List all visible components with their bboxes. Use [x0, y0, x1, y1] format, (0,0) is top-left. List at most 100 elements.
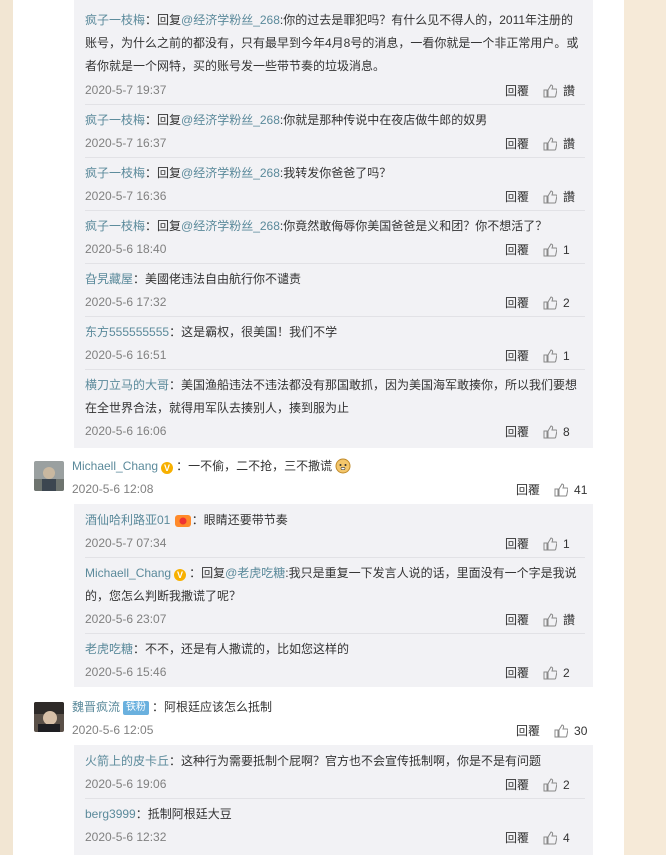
reply-button[interactable]: 回覆 — [505, 82, 529, 99]
timestamp: 2020-5-6 16:51 — [85, 348, 167, 362]
like-count: 2 — [563, 777, 570, 792]
list-item: 酒仙哈利路亚01 ：眼睛还要带节奏 — [85, 509, 585, 532]
mention-link[interactable]: @老虎吃糖 — [225, 566, 285, 580]
list-item: 疯子一枝梅：回复@经济学粉丝_268:你的过去是罪犯吗？有什么见不得人的，201… — [85, 9, 585, 78]
reply-button[interactable]: 回覆 — [505, 829, 529, 846]
like-count: 4 — [563, 830, 570, 845]
mention-link[interactable]: @经济学粉丝_268 — [181, 166, 280, 180]
reply-text: :我只是重复一下发言人说的话，里面没有一个字是我说 — [285, 566, 577, 580]
timestamp: 2020-5-6 16:06 — [85, 424, 167, 438]
reply-author[interactable]: 疯子一枝梅 — [85, 13, 145, 27]
thumbs-up-icon[interactable] — [554, 482, 569, 497]
reply-button[interactable]: 回覆 — [516, 481, 540, 498]
divider — [85, 369, 585, 370]
reply-text: ：美国渔船违法不违法都没有那国敢抓，因为美国海军敢揍你，所以我们要想 — [169, 378, 578, 392]
reply-button[interactable]: 回覆 — [505, 776, 529, 793]
like-count: 1 — [563, 536, 570, 551]
thumbs-up-icon[interactable] — [543, 424, 558, 439]
like-count: 讚 — [563, 613, 576, 627]
thumbs-up-icon[interactable] — [543, 536, 558, 551]
reply-button[interactable]: 回覆 — [505, 241, 529, 258]
reply-button[interactable]: 回覆 — [505, 423, 529, 440]
mention-link[interactable]: @经济学粉丝_268 — [181, 113, 280, 127]
comment-body: Michaell_Chang V ：一不偷，二不抢，三不撒谎 — [72, 455, 592, 478]
reply-author[interactable]: 疯子一枝梅 — [85, 166, 145, 180]
reply-button[interactable]: 回覆 — [505, 188, 529, 205]
reply-button[interactable]: 回覆 — [516, 722, 540, 739]
comment-author[interactable]: Michaell_Chang — [72, 459, 158, 473]
reply-text: ：不不，还是有人撒谎的，比如您这样的 — [133, 642, 350, 656]
reply-button[interactable]: 回覆 — [505, 611, 529, 628]
reply-text: ：抵制阿根廷大豆 — [135, 807, 232, 821]
reply-text: ：美國佬违法自由航行你不谴责 — [133, 272, 302, 286]
divider — [85, 557, 585, 558]
thumbs-up-icon[interactable] — [543, 295, 558, 310]
timestamp: 2020-5-7 16:37 — [85, 136, 167, 150]
thumbs-up-icon[interactable] — [543, 189, 558, 204]
reply-text: ：眼睛还要带节奏 — [191, 513, 288, 527]
list-item: 疯子一枝梅：回复@经济学粉丝_268:我转发你爸爸了吗？ — [85, 162, 585, 185]
divider — [85, 798, 585, 799]
reply-author[interactable]: 老虎吃糖 — [85, 642, 133, 656]
timestamp: 2020-5-7 16:36 — [85, 189, 167, 203]
reply-button[interactable]: 回覆 — [505, 135, 529, 152]
thumbs-up-icon[interactable] — [543, 136, 558, 151]
reply-author[interactable]: 酒仙哈利路亚01 — [85, 513, 170, 527]
like-count: 8 — [563, 424, 570, 439]
reply-text: 者你就是一个网特，买的账号发一些带节奏的垃圾消息。 — [85, 59, 386, 73]
reply-author[interactable]: Michaell_Chang — [85, 566, 171, 580]
reply-button[interactable]: 回覆 — [505, 664, 529, 681]
comment-text: ：阿根廷应该怎么抵制 — [152, 700, 273, 714]
like-count: 1 — [563, 348, 570, 363]
like-count: 讚 — [563, 137, 576, 151]
reply-author[interactable]: 旮旯藏屋 — [85, 272, 133, 286]
thumbs-up-icon[interactable] — [543, 83, 558, 98]
reply-text: 在全世界合法，就得用军队去揍别人，揍到服为止 — [85, 401, 350, 415]
thumbs-up-icon[interactable] — [543, 830, 558, 845]
timestamp: 2020-5-6 12:05 — [72, 723, 154, 737]
reply-author[interactable]: 火箭上的皮卡丘 — [85, 754, 169, 768]
like-count: 1 — [563, 242, 570, 257]
thumbs-up-icon[interactable] — [543, 665, 558, 680]
reply-prefix: ：回复 — [145, 219, 182, 233]
mention-link[interactable]: @经济学粉丝_268 — [181, 13, 280, 27]
reply-author[interactable]: 横刀立马的大哥 — [85, 378, 169, 392]
list-item: Michaell_Chang V ：回复@老虎吃糖:我只是重复一下发言人说的话，里面… — [85, 562, 585, 608]
list-item: 火箭上的皮卡丘：这种行为需要抵制个屁啊？官方也不会宣传抵制啊，你是不是有问题 — [85, 750, 585, 773]
thumbs-up-icon[interactable] — [543, 348, 558, 363]
timestamp: 2020-5-7 19:37 — [85, 83, 167, 97]
thumbs-up-icon[interactable] — [543, 777, 558, 792]
reply-button[interactable]: 回覆 — [505, 535, 529, 552]
divider — [85, 157, 585, 158]
like-count: 2 — [563, 665, 570, 680]
like-count: 2 — [563, 295, 570, 310]
list-item: 东方555555555：这是霸权，很美国！我们不学 — [85, 321, 585, 344]
thumbs-up-icon[interactable] — [543, 242, 558, 257]
verified-badge-icon: V — [161, 462, 174, 474]
avatar[interactable] — [34, 461, 64, 491]
avatar[interactable] — [34, 702, 64, 732]
reply-prefix: ：回复 — [145, 113, 182, 127]
reply-text: :你竟然敢侮辱你美国爸爸是义和团？你不想活了？ — [279, 219, 548, 233]
list-item: 旮旯藏屋：美國佬违法自由航行你不谴责 — [85, 268, 585, 291]
comment-author[interactable]: 魏晋疯流 — [72, 700, 120, 714]
reply-author[interactable]: 东方555555555 — [85, 325, 169, 339]
reply-prefix: ：回复 — [145, 166, 182, 180]
reply-text: :你的过去是罪犯吗？有什么见不得人的，2011年注册的 — [279, 13, 574, 27]
reply-prefix: ：回复 — [189, 566, 226, 580]
thumbs-up-icon[interactable] — [543, 612, 558, 627]
reply-author[interactable]: 疯子一枝梅 — [85, 219, 145, 233]
reply-button[interactable]: 回覆 — [505, 347, 529, 364]
reply-text: 的，您怎么判断我撒谎了呢？ — [85, 589, 242, 603]
comment-text: ：一不偷，二不抢，三不撒谎 — [176, 459, 333, 473]
list-item: berg3999：抵制阿根廷大豆 — [85, 803, 585, 826]
page-background — [624, 0, 666, 855]
mention-link[interactable]: @经济学粉丝_268 — [181, 219, 280, 233]
like-count: 30 — [574, 723, 588, 738]
reply-author[interactable]: berg3999 — [85, 807, 136, 821]
reply-author[interactable]: 疯子一枝梅 — [85, 113, 145, 127]
thumbs-up-icon[interactable] — [554, 723, 569, 738]
reply-text: :我转发你爸爸了吗？ — [279, 166, 392, 180]
list-item: 老虎吃糖：不不，还是有人撒谎的，比如您这样的 — [85, 638, 585, 661]
reply-button[interactable]: 回覆 — [505, 294, 529, 311]
